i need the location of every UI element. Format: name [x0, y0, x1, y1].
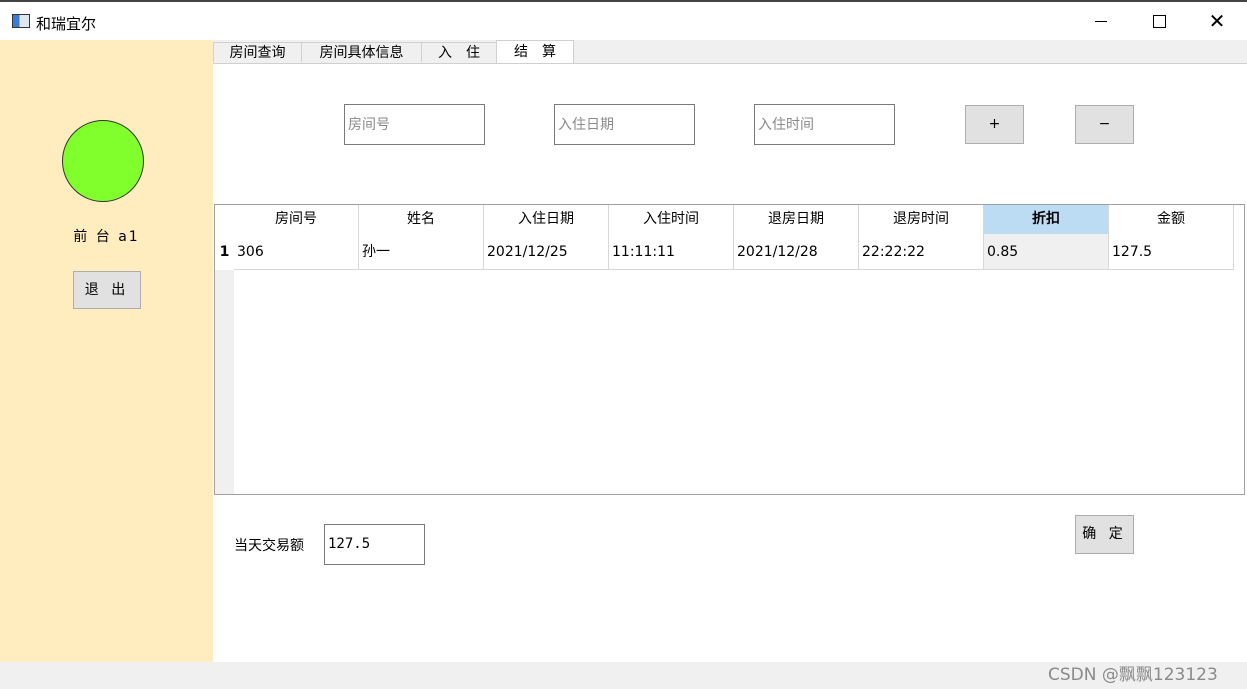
column-header-checkin-time[interactable]: 入住时间	[609, 205, 734, 234]
confirm-button[interactable]: 确 定	[1075, 515, 1134, 554]
daily-total-value: 127.5	[328, 536, 371, 552]
table-cell[interactable]: 2021/12/28	[734, 234, 859, 270]
maximize-icon	[1152, 14, 1166, 28]
room-number-input[interactable]	[344, 104, 485, 145]
close-icon: ✕	[1208, 9, 1226, 33]
row-header-column	[215, 234, 234, 494]
watermark: CSDN @飘飘123123	[1048, 665, 1218, 685]
main-window: 和瑞宜尔 ✕ 前 台 a1 退 出 房间查询 房间具体信息 入 住 结 算 + …	[0, 0, 1247, 689]
table-cell[interactable]: 0.85	[984, 234, 1109, 270]
tab-bar: 房间查询 房间具体信息 入 住 结 算	[213, 40, 1247, 64]
status-indicator	[62, 120, 144, 202]
column-header-checkin-date[interactable]: 入住日期	[484, 205, 609, 234]
minimize-icon	[1095, 20, 1107, 22]
table-cell[interactable]: 11:11:11	[609, 234, 734, 270]
settlement-table: 房间号 姓名 入住日期 入住时间 退房日期 退房时间 折扣 金额 1 306 孙…	[214, 204, 1245, 495]
column-header-checkout-time[interactable]: 退房时间	[859, 205, 984, 234]
table-cell[interactable]: 2021/12/25	[484, 234, 609, 270]
add-button[interactable]: +	[965, 105, 1024, 144]
table-cell[interactable]: 孙一	[359, 234, 484, 270]
daily-total-label: 当天交易额	[234, 538, 304, 554]
checkin-date-input[interactable]	[554, 104, 695, 145]
logout-button[interactable]: 退 出	[73, 271, 141, 309]
close-button[interactable]: ✕	[1188, 2, 1246, 40]
title-bar: 和瑞宜尔 ✕	[0, 0, 1247, 40]
tab-room-details[interactable]: 房间具体信息	[301, 42, 422, 62]
row-number[interactable]: 1	[215, 234, 234, 270]
sidebar: 前 台 a1 退 出	[0, 40, 213, 662]
column-header-amount[interactable]: 金额	[1109, 205, 1234, 234]
column-header-discount[interactable]: 折扣	[984, 205, 1109, 234]
column-header-room[interactable]: 房间号	[234, 205, 359, 234]
app-icon	[12, 14, 30, 28]
checkin-time-input[interactable]	[754, 104, 895, 145]
column-header-checkout-date[interactable]: 退房日期	[734, 205, 859, 234]
minimize-button[interactable]	[1072, 2, 1130, 40]
remove-button[interactable]: −	[1075, 105, 1134, 144]
daily-total-field[interactable]: 127.5	[324, 524, 425, 565]
user-label: 前 台 a1	[73, 229, 140, 245]
table-cell[interactable]: 127.5	[1109, 234, 1234, 270]
window-title: 和瑞宜尔	[36, 15, 97, 33]
table-corner	[215, 205, 234, 234]
maximize-button[interactable]	[1130, 2, 1188, 40]
tab-settlement[interactable]: 结 算	[496, 40, 574, 63]
tab-check-in[interactable]: 入 住	[421, 42, 497, 62]
tab-room-query[interactable]: 房间查询	[213, 42, 302, 62]
table-cell[interactable]: 306	[234, 234, 359, 270]
column-header-name[interactable]: 姓名	[359, 205, 484, 234]
table-cell[interactable]: 22:22:22	[859, 234, 984, 270]
